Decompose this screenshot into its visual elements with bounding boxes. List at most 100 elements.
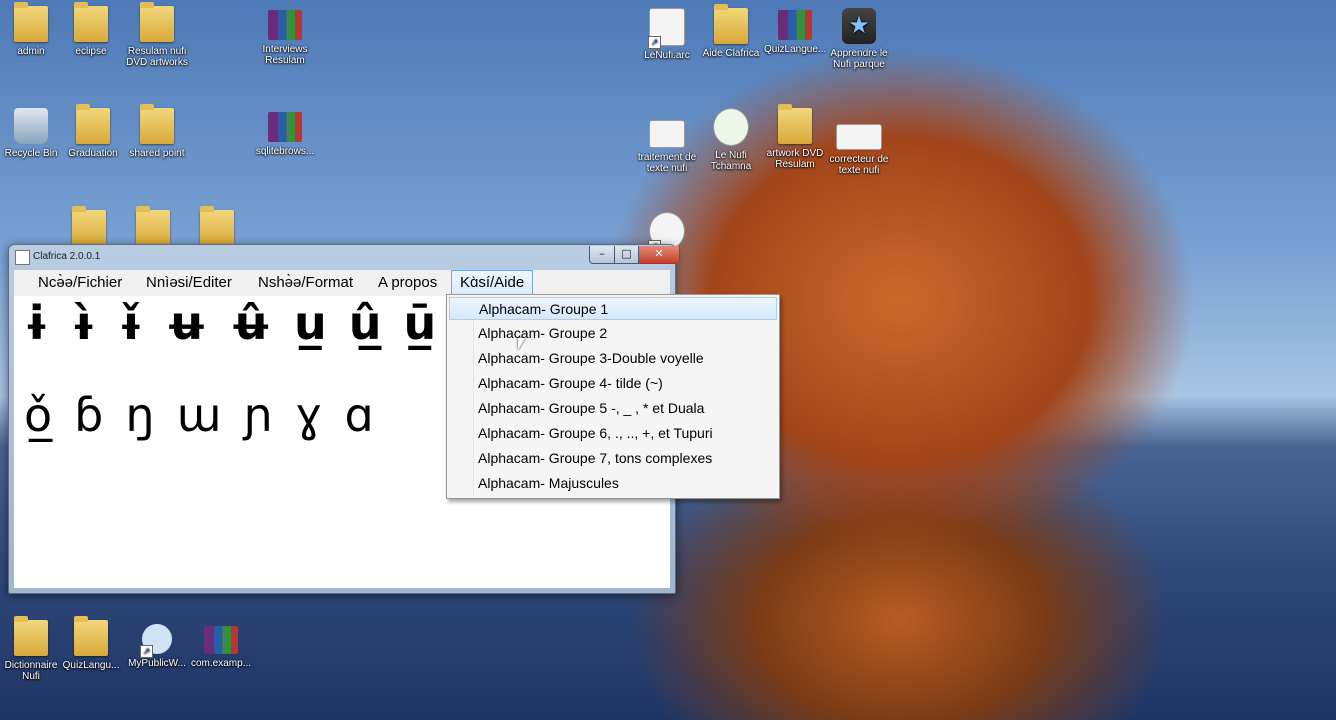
menu-item-majuscules[interactable]: Alphacam- Majuscules — [449, 472, 777, 495]
desktop-icon-label: Resulam nufi DVD artworks — [126, 46, 188, 68]
character: ɯ — [176, 388, 222, 442]
character: ɨ̌ — [118, 296, 144, 350]
desktop-icon-resulam-artworks[interactable]: Resulam nufi DVD artworks — [126, 2, 188, 68]
desktop-icon-aide-clafrica[interactable]: Aide Clafrica — [700, 4, 762, 59]
character: ɓ — [74, 388, 104, 442]
star-app-icon: ★ — [842, 8, 876, 44]
menu-format[interactable]: Nshə̀ə/Format — [250, 270, 361, 296]
desktop-icon-label: eclipse — [75, 46, 107, 57]
desktop-icon-label: Apprendre le Nufi parque — [830, 48, 888, 70]
folder-icon — [74, 616, 108, 656]
character: ɲ — [243, 388, 274, 442]
character: ǒ̲ — [24, 388, 53, 442]
desktop-icon-shared-point[interactable]: shared point — [126, 104, 188, 159]
desktop-icon-apprendre-nufi[interactable]: ★ Apprendre le Nufi parque — [828, 8, 890, 70]
desktop-icon-dictionnaire[interactable]: Dictionnaire Nufi — [0, 616, 62, 682]
desktop-icon-label: Graduation — [68, 148, 118, 159]
desktop-icon-label: QuizLangue... — [764, 44, 827, 55]
menu-fichier[interactable]: Ncə̀ə/Fichier — [30, 270, 130, 296]
folder-icon — [778, 104, 812, 144]
desktop-icon-lenufi-tchamna[interactable]: Le Nufi Tchamna — [700, 108, 762, 172]
window-title: Clafrica 2.0.0.1 — [33, 251, 101, 262]
rar-archive-icon — [204, 626, 238, 654]
user-folder-icon — [14, 2, 48, 42]
character-row-1: ɨ ɨ̀ ɨ̌ ʉ ʉ̂ u̲ û̲ ū̲ — [24, 296, 458, 350]
character: ɨ — [24, 296, 50, 350]
book-icon — [713, 108, 749, 146]
minimize-button[interactable]: – — [589, 246, 615, 264]
character: ɨ̀ — [71, 296, 97, 350]
rar-archive-icon — [778, 10, 812, 40]
desktop-icon-quizlangue[interactable]: QuizLangue... — [764, 10, 826, 55]
folder-icon — [714, 4, 748, 44]
desktop-icon-eclipse[interactable]: eclipse — [60, 2, 122, 57]
desktop-icon-label: traitement de texte nufi — [637, 152, 697, 174]
window-titlebar[interactable]: Clafrica 2.0.0.1 – □ ✕ — [9, 245, 680, 269]
folder-icon — [140, 2, 174, 42]
folder-icon — [72, 206, 106, 246]
rar-archive-icon — [268, 10, 302, 40]
desktop-icon-recycle-bin[interactable]: Recycle Bin — [0, 108, 62, 159]
character: ʉ — [165, 296, 208, 350]
desktop-icon-interviews[interactable]: Interviews Resulam — [254, 10, 316, 66]
menu-aide[interactable]: Kɑ̀sí/Aide — [451, 270, 534, 296]
desktop-icon-label: shared point — [129, 148, 185, 159]
document-icon — [649, 120, 685, 148]
menu-item-groupe-1[interactable]: Alphacam- Groupe 1 — [449, 297, 777, 320]
desktop-icon-correcteur[interactable]: correcteur de texte nufi — [828, 124, 890, 176]
desktop-icon-label: Dictionnaire Nufi — [4, 660, 58, 682]
desktop-icon-label: QuizLangu... — [62, 660, 120, 671]
desktop-icon-label: Recycle Bin — [4, 148, 58, 159]
desktop-icon-label: admin — [17, 46, 45, 57]
character: ɣ — [295, 388, 323, 442]
menu-item-groupe-7[interactable]: Alphacam- Groupe 7, tons complexes — [449, 447, 777, 470]
folder-icon — [136, 206, 170, 246]
desktop-icon-label: Aide Clafrica — [702, 48, 760, 59]
desktop-icon-label: Le Nufi Tchamna — [710, 150, 752, 172]
character: ŋ — [125, 388, 155, 442]
mouse-cursor-icon — [518, 338, 525, 350]
character: ū̲ — [403, 296, 437, 350]
menu-bar: Ncə̀ə/Fichier Nnìəsi/Editer Nshə̀ə/Forma… — [14, 270, 670, 296]
maximize-button[interactable]: □ — [614, 246, 639, 264]
desktop-icon-label: correcteur de texte nufi — [829, 154, 889, 176]
folder-icon — [14, 616, 48, 656]
desktop-icon-mypublicwifi[interactable]: MyPublicW... — [126, 624, 188, 669]
character: ʉ̂ — [229, 296, 272, 350]
rar-archive-icon — [268, 112, 302, 142]
folder-icon — [140, 104, 174, 144]
desktop-icon-lenufi[interactable]: LeNufi.arc — [636, 8, 698, 61]
desktop-icon-graduation[interactable]: Graduation — [62, 104, 124, 159]
recycle-bin-icon — [14, 108, 48, 144]
aide-dropdown-menu: Alphacam- Groupe 1 Alphacam- Groupe 2 Al… — [446, 294, 780, 499]
menu-item-groupe-6[interactable]: Alphacam- Groupe 6, ., .., +, et Tupuri — [449, 422, 777, 445]
desktop-icon-label: Interviews Resulam — [262, 44, 308, 66]
desktop-icon-traitement-texte[interactable]: traitement de texte nufi — [636, 120, 698, 174]
desktop-icon-label: artwork DVD Resulam — [766, 148, 824, 170]
desktop-icon-label: sqlitebrows... — [255, 146, 315, 157]
desktop-icon-label: LeNufi.arc — [644, 50, 690, 61]
desktop-icon-label: com.examp... — [190, 658, 252, 669]
menu-a-propos[interactable]: A propos — [370, 270, 445, 296]
app-icon — [15, 250, 30, 265]
folder-icon — [76, 104, 110, 144]
folder-icon — [74, 2, 108, 42]
desktop-icon-label: MyPublicW... — [128, 658, 186, 669]
folder-icon — [200, 206, 234, 246]
wifi-hotspot-icon — [140, 624, 172, 658]
desktop-icon-quizlangu[interactable]: QuizLangu... — [60, 616, 122, 671]
menu-item-groupe-3[interactable]: Alphacam- Groupe 3-Double voyelle — [449, 347, 777, 370]
menu-editer[interactable]: Nnìəsi/Editer — [138, 270, 240, 296]
desktop-icon-sqlitebrowser[interactable]: sqlitebrows... — [254, 112, 316, 157]
character: û̲ — [348, 296, 382, 350]
menu-item-groupe-4[interactable]: Alphacam- Groupe 4- tilde (~) — [449, 372, 777, 395]
menu-item-groupe-2[interactable]: Alphacam- Groupe 2 — [449, 322, 777, 345]
menu-item-groupe-5[interactable]: Alphacam- Groupe 5 -, _ , * et Duala — [449, 397, 777, 420]
desktop-icon-admin[interactable]: admin — [0, 2, 62, 57]
desktop-icon-com-example[interactable]: com.examp... — [190, 626, 252, 669]
desktop-icon-artwork-dvd[interactable]: artwork DVD Resulam — [764, 104, 826, 170]
app-shortcut-icon — [648, 8, 685, 49]
character: ɑ — [344, 388, 374, 442]
character: u̲ — [293, 296, 327, 350]
close-button[interactable]: ✕ — [638, 246, 680, 264]
